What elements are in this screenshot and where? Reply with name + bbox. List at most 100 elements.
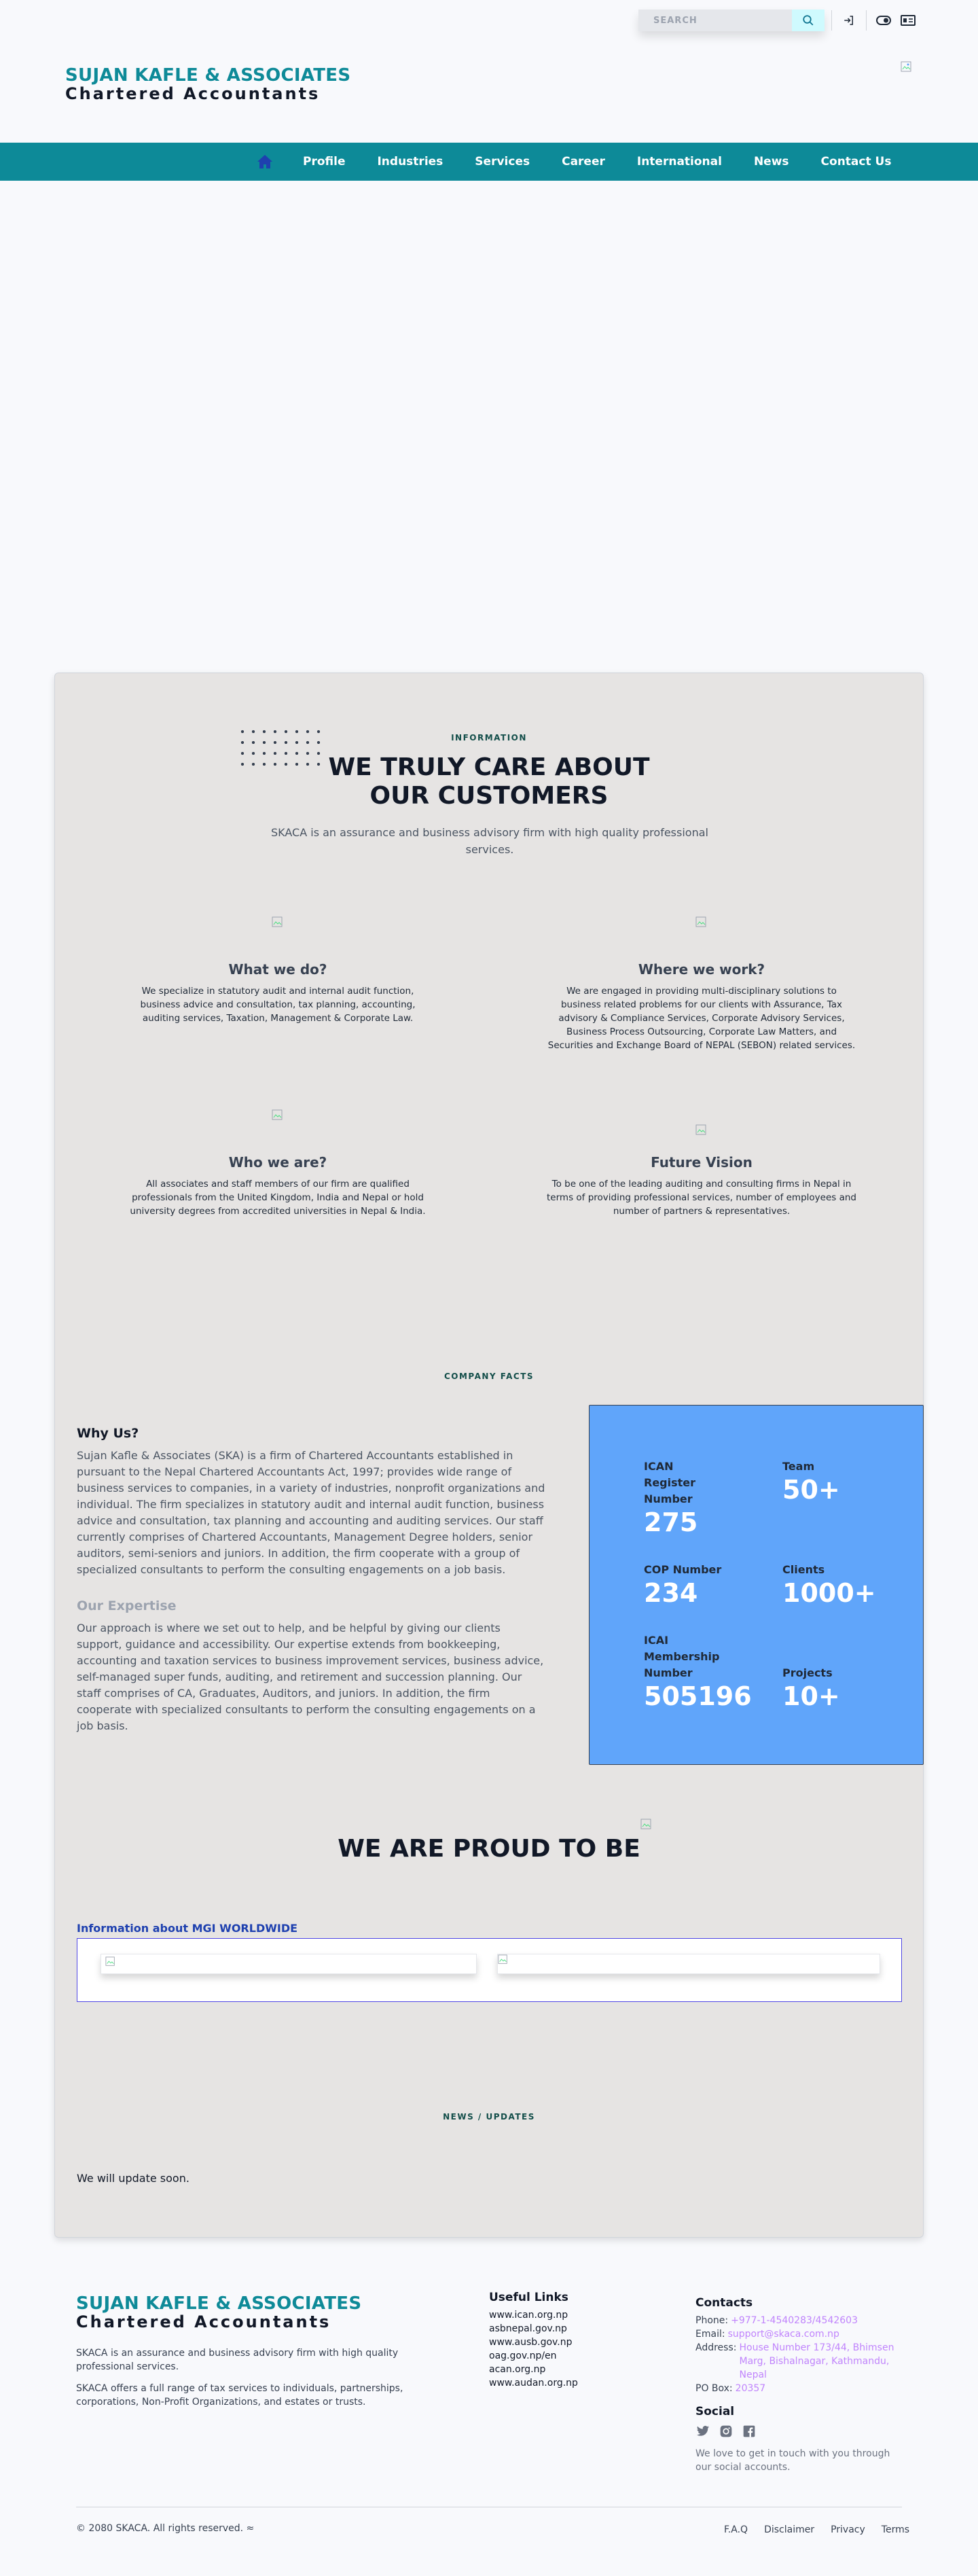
stat-team: Team 50+ — [782, 1459, 905, 1505]
useful-links: Useful Links www.ican.org.np asbnepal.go… — [489, 2291, 578, 2390]
broken-image-icon — [272, 916, 283, 927]
useful-link[interactable]: acan.org.np — [489, 2363, 578, 2376]
main-content-card: INFORMATION WE TRULY CARE ABOUT OUR CUST… — [54, 673, 924, 2238]
stat-label: Team — [782, 1460, 815, 1473]
nav-link-contact[interactable]: Contact Us — [821, 155, 892, 168]
stat-value: 50+ — [782, 1475, 840, 1505]
mgi-worldwide-link[interactable]: Information about MGI WORLDWIDE — [77, 1922, 297, 1935]
information-eyebrow: INFORMATION — [451, 733, 527, 743]
footer-brand-name: SUJAN KAFLE & ASSOCIATES — [76, 2293, 362, 2314]
stat-clients: Clients 1000+ — [782, 1562, 905, 1608]
social-title: Social — [695, 2405, 735, 2418]
why-us-text: Sujan Kafle & Associates (SKA) is a firm… — [77, 1449, 545, 1576]
contact-pobox: PO Box: 20357 — [695, 2382, 906, 2395]
feature-text: To be one of the leading auditing and co… — [547, 1179, 856, 1217]
facebook-link[interactable] — [742, 2424, 757, 2439]
contact-label: Email: — [695, 2329, 725, 2340]
nav-home-button[interactable] — [255, 152, 274, 171]
feature-text: We specialize in statutory audit and int… — [140, 986, 416, 1024]
nav-items: Profile Industries Services Career Inter… — [255, 143, 891, 181]
nav-link-career[interactable]: Career — [562, 155, 605, 168]
useful-link[interactable]: www.audan.org.np — [489, 2376, 578, 2390]
nav-link-services[interactable]: Services — [475, 155, 530, 168]
why-us-section: Why Us? Sujan Kafle & Associates (SKA) i… — [77, 1426, 545, 1734]
search-icon — [803, 15, 814, 26]
broken-image-icon — [498, 1954, 507, 1964]
theme-toggle[interactable] — [873, 10, 894, 31]
stat-label: Clients — [782, 1563, 825, 1576]
feature-text: All associates and staff members of our … — [130, 1179, 426, 1217]
footer-about-text: SKACA is an assurance and business advis… — [76, 2348, 399, 2372]
stat-label: COP Number — [644, 1563, 722, 1576]
language-button[interactable] — [898, 10, 918, 31]
useful-links-title: Useful Links — [489, 2291, 568, 2304]
nav-link-industries[interactable]: Industries — [377, 155, 443, 168]
feature-title: Where we work? — [638, 961, 765, 978]
phone-link[interactable]: +977-1-4540283/4542603 — [731, 2314, 858, 2327]
footer-brand[interactable]: SUJAN KAFLE & ASSOCIATES Chartered Accou… — [76, 2293, 361, 2331]
useful-link[interactable]: www.ausb.gov.np — [489, 2336, 578, 2349]
toolbar-divider — [866, 10, 867, 31]
footer-link-faq[interactable]: F.A.Q — [724, 2524, 748, 2535]
search-box — [638, 10, 825, 31]
stat-label: ICAN Register Number — [644, 1460, 696, 1505]
mgi-logo-slot[interactable] — [101, 1954, 477, 1974]
feature-future-vision: Future Vision To be one of the leading a… — [545, 1124, 858, 1218]
useful-link[interactable]: www.ican.org.np — [489, 2308, 578, 2322]
home-icon — [257, 155, 272, 168]
top-utility-bar — [638, 10, 918, 31]
search-button[interactable] — [792, 10, 825, 31]
footer-about-text: SKACA offers a full range of tax service… — [76, 2383, 403, 2408]
feature-title: What we do? — [228, 961, 327, 978]
nav-link-international[interactable]: International — [637, 155, 722, 168]
contact-email: Email: support@skaca.com.np — [695, 2327, 906, 2341]
feature-what-we-do: What we do? We specialize in statutory a… — [122, 916, 434, 1025]
language-icon — [901, 15, 916, 26]
expertise-text: Our approach is where we set out to help… — [77, 1622, 544, 1732]
stat-value: 234 — [644, 1578, 698, 1608]
social-note: We love to get in touch with you through… — [695, 2448, 890, 2473]
stat-value: 275 — [644, 1507, 698, 1537]
footer-links: F.A.Q Disclaimer Privacy Terms — [724, 2524, 909, 2535]
contact-label: PO Box: — [695, 2383, 733, 2394]
search-input[interactable] — [638, 10, 792, 31]
footer-link-disclaimer[interactable]: Disclaimer — [764, 2524, 814, 2535]
brand-logo[interactable]: SUJAN KAFLE & ASSOCIATES Chartered Accou… — [65, 65, 350, 103]
broken-image-icon — [640, 1819, 651, 1829]
contact-phone: Phone: +977-1-4540283/4542603 — [695, 2314, 906, 2327]
mgi-logo-slot[interactable] — [497, 1954, 880, 1974]
brand-name: SUJAN KAFLE & ASSOCIATES — [65, 65, 351, 86]
why-us-title: Why Us? — [77, 1426, 139, 1441]
pobox-link[interactable]: 20357 — [736, 2382, 766, 2395]
info-description: SKACA is an assurance and business advis… — [271, 826, 708, 856]
useful-link[interactable]: asbnepal.gov.np — [489, 2322, 578, 2336]
broken-image-icon — [695, 1124, 706, 1135]
contact-label: Address: — [695, 2342, 737, 2353]
useful-link[interactable]: oag.gov.np/en — [489, 2349, 578, 2363]
footer-link-terms[interactable]: Terms — [882, 2524, 909, 2535]
theme-toggle-icon — [876, 16, 891, 25]
stat-ican-register: ICAN Register Number 275 — [644, 1459, 725, 1537]
stat-value: 10+ — [782, 1681, 840, 1711]
stat-cop-number: COP Number 234 — [644, 1562, 766, 1608]
toolbar-divider — [831, 10, 832, 31]
feature-text: We are engaged in providing multi-discip… — [547, 986, 856, 1051]
email-link[interactable]: support@skaca.com.np — [728, 2327, 839, 2341]
broken-image-icon — [272, 1109, 283, 1120]
address-link[interactable]: House Number 173/44, Bhimsen Marg, Bisha… — [739, 2341, 906, 2382]
broken-image-icon — [901, 61, 911, 72]
feature-who-we-are: Who we are? All associates and staff mem… — [122, 1109, 434, 1218]
instagram-link[interactable] — [719, 2424, 734, 2439]
footer-link-privacy[interactable]: Privacy — [831, 2524, 865, 2535]
contact-label: Phone: — [695, 2315, 729, 2326]
login-icon — [844, 16, 853, 25]
news-text: We will update soon. — [77, 2172, 189, 2185]
twitter-link[interactable] — [695, 2424, 710, 2439]
nav-link-profile[interactable]: Profile — [303, 155, 345, 168]
twitter-icon — [696, 2425, 710, 2436]
info-title-line2: OUR CUSTOMERS — [369, 782, 609, 810]
login-button[interactable] — [839, 10, 859, 31]
nav-link-news[interactable]: News — [754, 155, 789, 168]
social-icons — [695, 2424, 906, 2439]
footer-about: SKACA is an assurance and business advis… — [76, 2346, 429, 2409]
